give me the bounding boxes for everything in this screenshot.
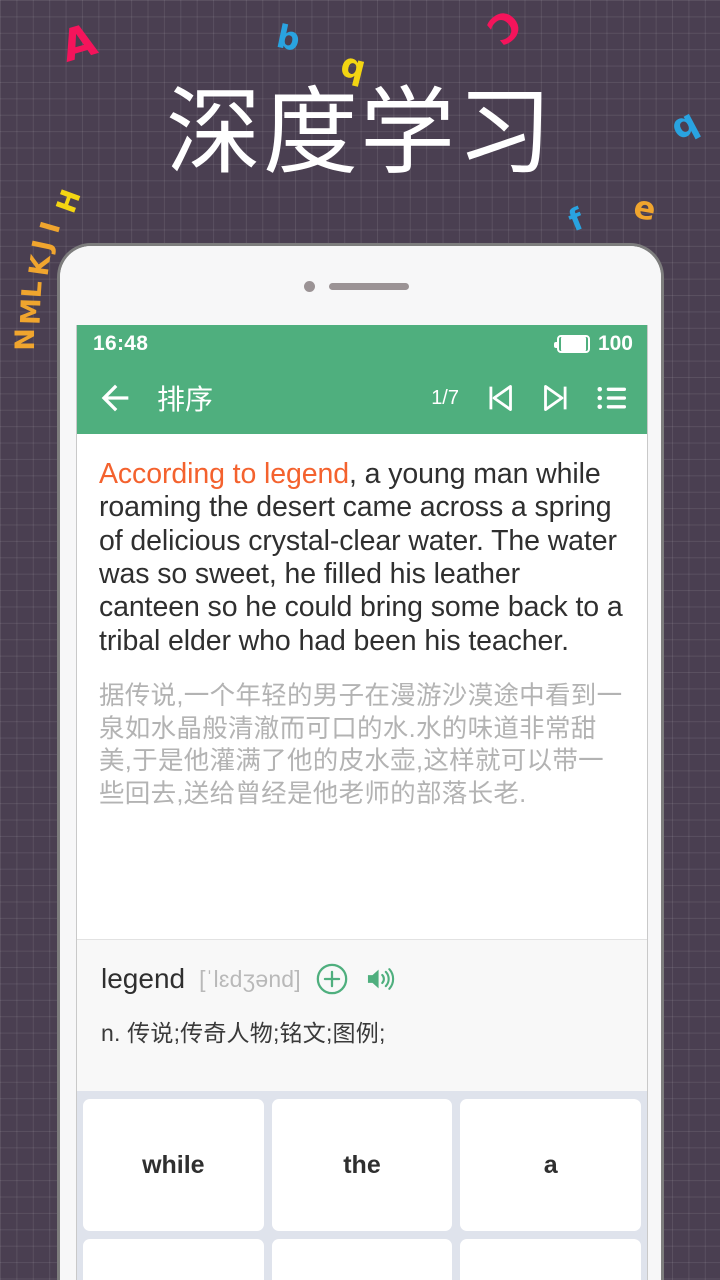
- english-passage[interactable]: According to legend, a young man while r…: [99, 458, 625, 658]
- page-indicator: 1/7: [431, 386, 459, 409]
- decorative-arc-letter-k: K: [23, 252, 58, 279]
- word-tile-label: the: [343, 1150, 381, 1179]
- app-header: 排序 1/7: [77, 362, 647, 434]
- decorative-arc-letter-i: I: [34, 218, 68, 237]
- highlighted-phrase[interactable]: According to legend: [99, 458, 349, 490]
- decorative-letter-e-5: e: [630, 187, 659, 229]
- word-tile-label: while: [142, 1150, 205, 1179]
- decorative-arc-letter-l: L: [16, 279, 49, 300]
- decorative-arc-letter-j: J: [26, 237, 60, 254]
- dictionary-phonetic: [ˈlɛdʒənd]: [199, 965, 301, 992]
- status-bar-right: 100: [553, 331, 633, 356]
- plus-circle-icon[interactable]: [315, 962, 349, 996]
- page-root: AbCqqef HIJKLMN 深度学习 16:48 100 排序 1/7 Ac…: [0, 0, 720, 1280]
- arrow-left-icon[interactable]: [95, 378, 135, 418]
- camera-icon: [304, 281, 315, 292]
- chinese-translation: 据传说,一个年轻的男子在漫游沙漠途中看到一泉如水晶般清澈而可口的水.水的味道非常…: [99, 682, 623, 808]
- phone-bezel-top: [60, 246, 661, 325]
- word-tile-label: a: [543, 1150, 558, 1179]
- decorative-letter-c-2: C: [477, 0, 530, 54]
- word-tile[interactable]: the: [271, 1099, 453, 1231]
- decorative-arc-letter-n: N: [9, 328, 41, 351]
- decorative-arc-letter-m: M: [15, 297, 48, 326]
- battery-level-label: 100: [597, 331, 633, 355]
- word-tile-grid: while the a youngroamingman: [83, 1099, 641, 1280]
- page-title: 深度学习: [165, 78, 554, 188]
- phone-mockup: 16:48 100 排序 1/7 According to legend, a …: [57, 243, 664, 1280]
- app-header-title: 排序: [157, 384, 214, 415]
- word-tile[interactable]: man: [460, 1239, 641, 1280]
- skip-next-icon[interactable]: [535, 377, 577, 419]
- dictionary-panel: legend [ˈlɛdʒənd] n. 传说;传奇人物;铭文;图例;: [77, 939, 647, 1091]
- dictionary-word: legend: [101, 963, 186, 994]
- skip-previous-icon[interactable]: [479, 377, 521, 419]
- word-tile[interactable]: roaming: [271, 1239, 453, 1280]
- word-tile[interactable]: while: [83, 1099, 264, 1231]
- status-bar: 16:48 100: [77, 325, 647, 362]
- list-menu-icon[interactable]: [591, 377, 633, 419]
- status-time: 16:48: [93, 331, 149, 355]
- dictionary-header-row: legend [ˈlɛdʒənd]: [101, 962, 623, 996]
- word-tile[interactable]: a: [460, 1099, 641, 1231]
- phone-screen: 16:48 100 排序 1/7 According to legend, a …: [76, 325, 648, 1280]
- word-tile-area: while the a youngroamingman: [77, 1091, 647, 1280]
- battery-full-icon: [553, 334, 590, 353]
- speaker-grille-icon: [329, 283, 409, 290]
- decorative-letter-a-0: A: [55, 14, 103, 73]
- battery-fill: [560, 336, 586, 351]
- word-tile[interactable]: young: [83, 1239, 264, 1280]
- decorative-arc-letter-h: H: [50, 185, 88, 218]
- dictionary-definition: n. 传说;传奇人物;铭文;图例;: [101, 1020, 386, 1046]
- decorative-letter-b-1: b: [273, 17, 304, 59]
- speaker-volume-icon[interactable]: [363, 962, 397, 996]
- decorative-letter-f-6: f: [563, 201, 589, 240]
- reading-pane[interactable]: According to legend, a young man while r…: [77, 434, 647, 939]
